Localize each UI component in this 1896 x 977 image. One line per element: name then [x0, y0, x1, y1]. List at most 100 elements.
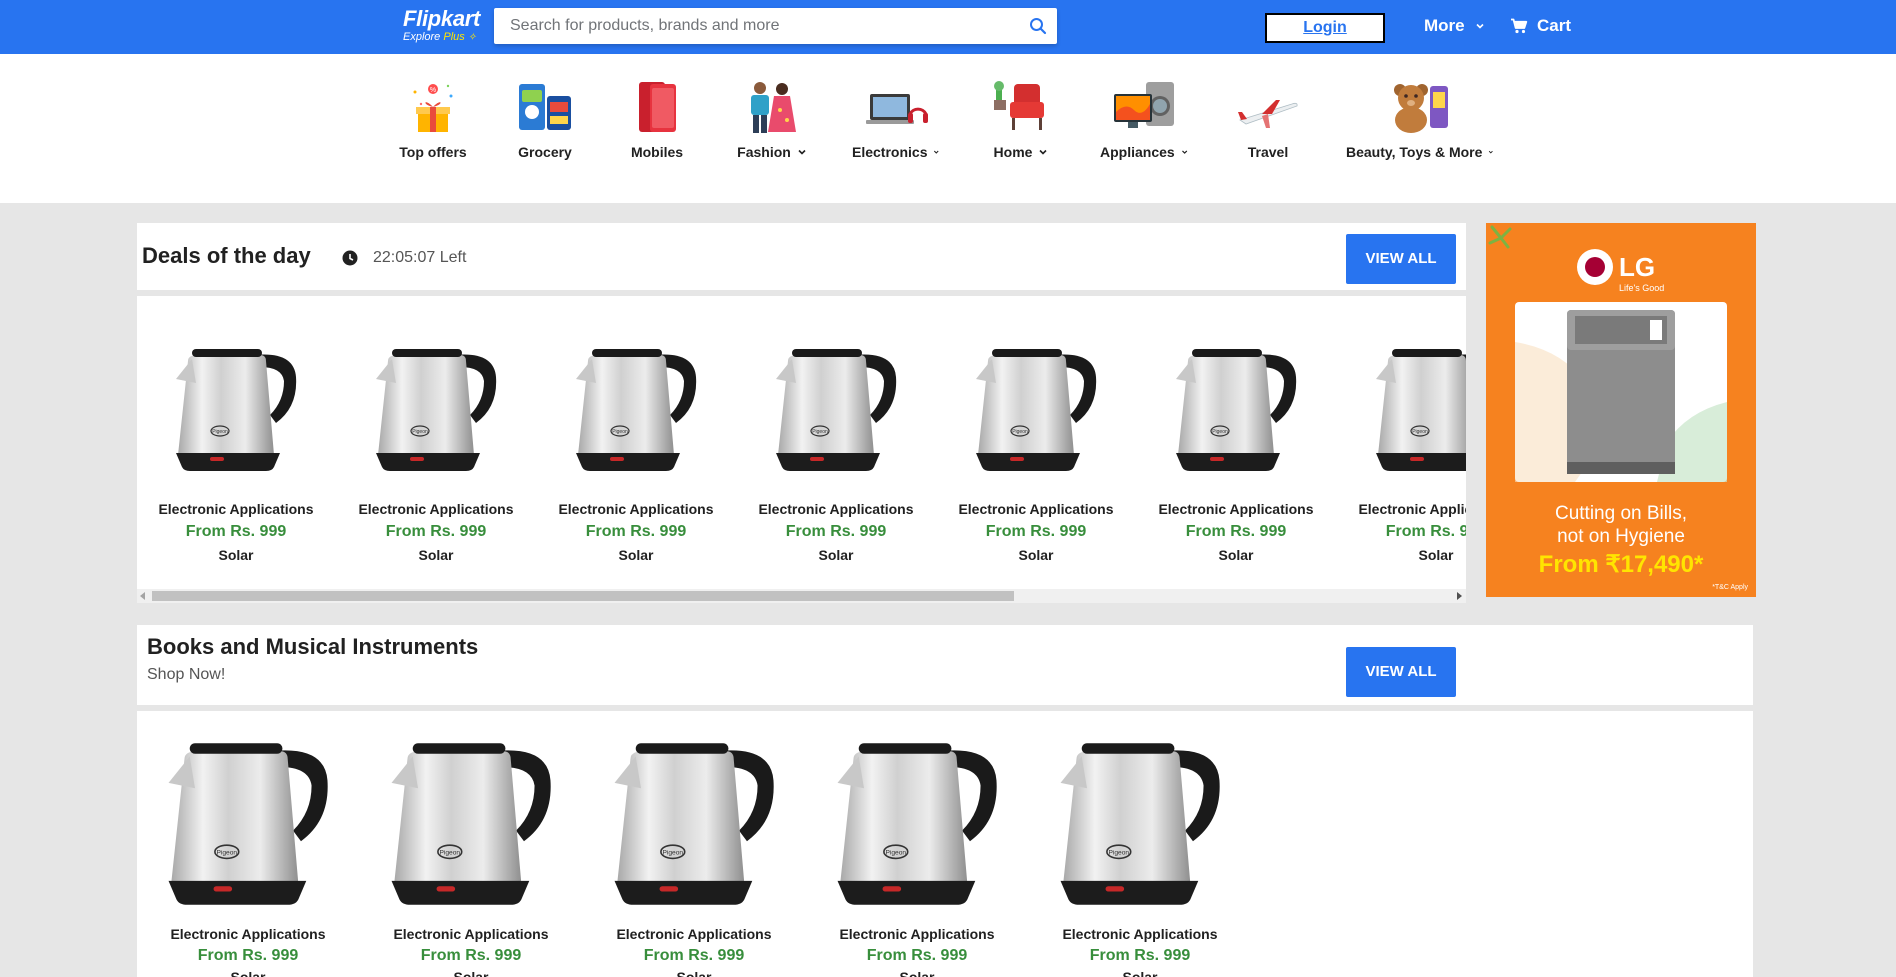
kettle-image: [162, 333, 310, 481]
more-menu[interactable]: More: [1424, 16, 1485, 36]
product-price: From Rs. 999: [585, 523, 687, 540]
product-card[interactable]: Electronic Applications From Rs. 999 Sol…: [594, 711, 794, 977]
category-travel[interactable]: Travel: [1236, 80, 1300, 160]
product-brand: Solar: [676, 969, 712, 977]
deals-view-all-button[interactable]: VIEW ALL: [1346, 234, 1456, 284]
product-card[interactable]: Electronic Applications From Rs. 999 Sol…: [1040, 711, 1240, 977]
product-price: From Rs. 999: [643, 947, 745, 964]
category-label: Top offers: [399, 144, 467, 160]
deal-card[interactable]: Electronic Applications From Rs. 999 Sol…: [1351, 296, 1466, 563]
product-price: From Rs. 999: [1089, 947, 1191, 964]
kettle-image: [1362, 333, 1466, 481]
product-title: Electronic Applications: [616, 926, 772, 942]
product-card[interactable]: Electronic Applications From Rs. 999 Sol…: [148, 711, 348, 977]
product-title: Electronic Applications: [1158, 501, 1314, 517]
books-product-row: Electronic Applications From Rs. 999 Sol…: [137, 711, 1753, 977]
scrollbar-thumb[interactable]: [152, 591, 1014, 601]
category-mobiles[interactable]: Mobiles: [624, 80, 690, 160]
product-title: Electronic Applications: [170, 926, 326, 942]
search-bar: [494, 8, 1057, 44]
kettle-image: [762, 333, 910, 481]
books-header: Books and Musical Instruments Shop Now! …: [137, 625, 1753, 705]
product-card[interactable]: Electronic Applications From Rs. 999 Sol…: [817, 711, 1017, 977]
category-bar: % Top offers Grocery Mobiles Fashion Ele…: [0, 54, 1896, 203]
lg-logo-icon: [1577, 249, 1613, 285]
airplane-icon: [1236, 80, 1300, 134]
cart-link[interactable]: Cart: [1510, 16, 1571, 36]
deal-card[interactable]: Electronic Applications From Rs. 999 Sol…: [951, 296, 1121, 563]
kettle-image: [962, 333, 1110, 481]
category-appliances[interactable]: Appliances: [1100, 80, 1188, 160]
login-button[interactable]: Login: [1265, 13, 1385, 43]
product-brand: Solar: [1218, 547, 1254, 563]
svg-text:%: %: [430, 87, 436, 94]
teddy-bear-icon: [1388, 80, 1452, 134]
chevron-down-icon: [1181, 150, 1187, 154]
product-price: From Rs. 999: [197, 947, 299, 964]
logo-explore: Explore: [403, 31, 441, 43]
mobile-phone-icon: [625, 80, 689, 134]
laptop-icon: [864, 80, 928, 134]
kettle-image: [596, 722, 792, 918]
logo-plus: Plus: [443, 31, 465, 43]
product-price: From Rs. 999: [985, 523, 1087, 540]
product-title: Electronic Applications: [358, 501, 514, 517]
product-brand: Solar: [1122, 969, 1158, 977]
flipkart-logo[interactable]: Flipkart Explore Plus ✧: [403, 8, 480, 44]
category-label: Electronics: [852, 144, 940, 160]
lg-ad-banner[interactable]: LG Life's Good Cutting on Bills, not on …: [1486, 223, 1756, 597]
product-title: Electronic Applications: [958, 501, 1114, 517]
deal-card[interactable]: Electronic Applications From Rs. 999 Sol…: [351, 296, 521, 563]
category-top-offers[interactable]: % Top offers: [399, 80, 467, 160]
more-label: More: [1424, 16, 1465, 35]
product-brand: Solar: [818, 547, 854, 563]
product-brand: Solar: [618, 547, 654, 563]
armchair-icon: [990, 80, 1054, 134]
scroll-right-arrow-icon[interactable]: [1457, 592, 1462, 600]
tv-washer-icon: [1112, 80, 1176, 134]
category-grocery[interactable]: Grocery: [512, 80, 578, 160]
chevron-down-icon: [798, 149, 806, 155]
product-card[interactable]: Electronic Applications From Rs. 999 Sol…: [371, 711, 571, 977]
deals-header: Deals of the day 22:05:07 Left VIEW ALL: [137, 223, 1466, 290]
cart-label: Cart: [1537, 16, 1572, 35]
product-price: From Rs. 999: [420, 947, 522, 964]
deal-card[interactable]: Electronic Applications From Rs. 999 Sol…: [551, 296, 721, 563]
search-input[interactable]: [494, 8, 994, 44]
product-title: Electronic Applications: [1358, 501, 1466, 517]
lg-tagline: Life's Good: [1619, 283, 1665, 293]
deals-horizontal-scrollbar[interactable]: [137, 589, 1466, 603]
ad-headline: Cutting on Bills, not on Hygiene: [1486, 502, 1756, 548]
chevron-down-icon: [934, 150, 940, 154]
product-title: Electronic Applications: [393, 926, 549, 942]
deal-card[interactable]: Electronic Applications From Rs. 999 Sol…: [151, 296, 321, 563]
deal-card[interactable]: Electronic Applications From Rs. 999 Sol…: [751, 296, 921, 563]
category-beauty-toys-more[interactable]: Beauty, Toys & More: [1346, 80, 1494, 160]
washing-machine-image: [1515, 302, 1727, 482]
deals-timer: 22:05:07 Left: [373, 249, 467, 266]
grocery-icon: [513, 80, 577, 134]
product-brand: Solar: [1018, 547, 1054, 563]
product-brand: Solar: [230, 969, 266, 977]
product-brand: Solar: [218, 547, 254, 563]
ad-line-2: not on Hygiene: [1557, 526, 1685, 547]
kettle-image: [1162, 333, 1310, 481]
kettle-image: [362, 333, 510, 481]
category-home[interactable]: Home: [990, 80, 1052, 160]
kettle-image: [150, 722, 346, 918]
kettle-image: [1042, 722, 1238, 918]
category-label: Appliances: [1100, 144, 1188, 160]
search-icon[interactable]: [1029, 17, 1047, 35]
deal-card[interactable]: Electronic Applications From Rs. 999 Sol…: [1151, 296, 1321, 563]
lg-brand: LG: [1619, 251, 1656, 282]
fashion-icon: [740, 80, 804, 134]
kettle-image: [819, 722, 1015, 918]
ad-price: From ₹17,490*: [1538, 551, 1704, 578]
product-price: From Rs. 999: [385, 523, 487, 540]
deals-title: Deals of the day: [142, 243, 311, 268]
product-price: From Rs. 999: [1385, 523, 1466, 540]
books-view-all-button[interactable]: VIEW ALL: [1346, 647, 1456, 697]
scroll-left-arrow-icon[interactable]: [140, 592, 145, 600]
category-fashion[interactable]: Fashion: [736, 80, 808, 160]
category-electronics[interactable]: Electronics: [852, 80, 940, 160]
